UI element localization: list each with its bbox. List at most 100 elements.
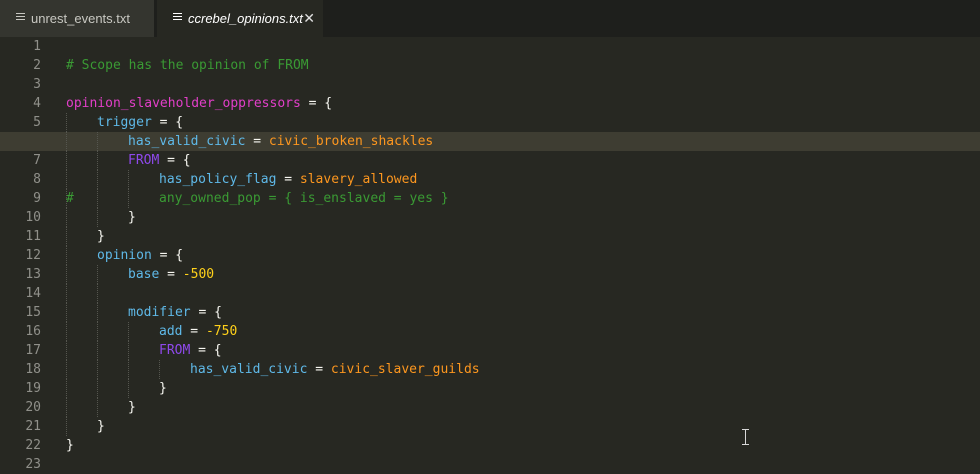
code-line[interactable] xyxy=(0,75,980,94)
code-line[interactable]: add = -750 xyxy=(0,322,980,341)
indent-guide xyxy=(66,265,68,284)
tab-unrest-events[interactable]: unrest_events.txt xyxy=(0,0,154,37)
code-token: { xyxy=(214,305,222,320)
code-line[interactable]: base = -500 xyxy=(0,265,980,284)
code-token: = xyxy=(190,305,215,320)
code-token: -500 xyxy=(182,267,215,282)
code-token: } xyxy=(128,210,136,225)
code-text: } xyxy=(128,398,136,417)
code-line[interactable] xyxy=(0,37,980,56)
code-token: base xyxy=(128,267,160,282)
indent-guide xyxy=(66,227,68,246)
tab-ccrebel-opinions[interactable]: ccrebel_opinions.txt ✕ xyxy=(157,0,323,37)
code-line[interactable]: any_owned_pop = { is_enslaved = yes } # xyxy=(0,189,980,208)
code-line[interactable]: opinion = { xyxy=(0,246,980,265)
tab-label: ccrebel_opinions.txt xyxy=(188,11,303,26)
code-text: base = -500 xyxy=(128,265,214,284)
indent-guide xyxy=(66,246,68,265)
indent-guide xyxy=(97,379,99,398)
code-token: } xyxy=(97,229,105,244)
indent-guide xyxy=(66,284,68,303)
code-token: } xyxy=(66,438,74,453)
code-token: opinion_slaveholder_oppressors xyxy=(66,96,301,111)
code-line[interactable]: FROM = { xyxy=(0,341,980,360)
code-line[interactable]: } xyxy=(0,208,980,227)
code-token: has_valid_civic xyxy=(128,134,246,149)
code-token: = xyxy=(245,134,269,149)
indent-guide xyxy=(128,189,130,208)
code-line[interactable]: } xyxy=(0,436,980,455)
indent-guide xyxy=(128,322,130,341)
code-token: civic_slaver_guilds xyxy=(330,362,480,377)
file-text-icon xyxy=(16,13,25,22)
code-text: } xyxy=(128,208,136,227)
code-token: { xyxy=(175,115,184,130)
code-token: add xyxy=(159,324,183,339)
code-token: { xyxy=(324,96,333,111)
code-token: has_valid_civic xyxy=(190,362,308,377)
indent-guide xyxy=(97,265,99,284)
code-line[interactable]: # Scope has the opinion of FROM xyxy=(0,56,980,75)
code-line[interactable]: opinion_slaveholder_oppressors = { xyxy=(0,94,980,113)
close-tab-icon[interactable]: ✕ xyxy=(303,11,315,25)
code-text: has_valid_civic = civic_broken_shackles xyxy=(128,132,433,151)
code-token: trigger xyxy=(97,115,152,130)
indent-guide xyxy=(66,132,68,151)
indent-guide xyxy=(97,360,99,379)
indent-guide xyxy=(66,379,68,398)
tab-label: unrest_events.txt xyxy=(31,11,130,26)
code-line[interactable]: } xyxy=(0,227,980,246)
code-text: # Scope has the opinion of FROM xyxy=(66,56,309,75)
code-editor[interactable]: 1234567891011121314151617181920212223 # … xyxy=(0,37,980,472)
code-token: = xyxy=(159,267,183,282)
code-token: { xyxy=(182,153,191,168)
code-text: } xyxy=(97,227,105,246)
code-token: opinion xyxy=(97,248,152,263)
code-line[interactable]: trigger = { xyxy=(0,113,980,132)
code-token: = xyxy=(190,343,214,358)
indent-guide xyxy=(66,151,68,170)
code-text: trigger = { xyxy=(97,113,183,132)
code-line[interactable] xyxy=(0,455,980,474)
code-text: any_owned_pop = { is_enslaved = yes } xyxy=(159,189,449,208)
code-token: } xyxy=(128,400,136,415)
code-token: } xyxy=(97,419,105,434)
code-line[interactable]: has_valid_civic = civic_broken_shackles xyxy=(0,132,980,151)
code-token: } xyxy=(159,381,167,396)
code-text: } xyxy=(97,417,105,436)
indent-guide xyxy=(66,322,68,341)
indent-guide xyxy=(128,341,130,360)
indent-guide xyxy=(66,208,68,227)
indent-guide xyxy=(97,341,99,360)
code-text: opinion_slaveholder_oppressors = { xyxy=(66,94,332,113)
code-token: has_policy_flag xyxy=(159,172,277,187)
indent-guide xyxy=(97,151,99,170)
code-text: opinion = { xyxy=(97,246,183,265)
indent-guide xyxy=(66,170,68,189)
code-token: modifier xyxy=(128,305,191,320)
code-line[interactable] xyxy=(0,284,980,303)
code-line[interactable]: FROM = { xyxy=(0,151,980,170)
indent-guide xyxy=(97,284,99,303)
code-token: { xyxy=(175,248,184,263)
code-line[interactable]: has_valid_civic = civic_slaver_guilds xyxy=(0,360,980,379)
code-line[interactable]: } xyxy=(0,398,980,417)
code-token: -750 xyxy=(205,324,238,339)
indent-guide xyxy=(128,379,130,398)
code-text: has_valid_civic = civic_slaver_guilds xyxy=(190,360,480,379)
indent-guide xyxy=(97,132,99,151)
code-token: # Scope has the opinion of FROM xyxy=(66,58,309,73)
indent-guide xyxy=(66,360,68,379)
code-line[interactable]: modifier = { xyxy=(0,303,980,322)
indent-guide xyxy=(97,398,99,417)
code-token: FROM xyxy=(128,153,160,168)
code-line[interactable]: has_policy_flag = slavery_allowed xyxy=(0,170,980,189)
code-token: = xyxy=(182,324,206,339)
code-token: = xyxy=(159,153,183,168)
indent-guide xyxy=(128,360,130,379)
code-token: = xyxy=(151,115,176,130)
code-line[interactable]: } xyxy=(0,417,980,436)
code-line[interactable]: } xyxy=(0,379,980,398)
tab-bar: unrest_events.txt ccrebel_opinions.txt ✕ xyxy=(0,0,980,37)
code-text: } xyxy=(159,379,167,398)
